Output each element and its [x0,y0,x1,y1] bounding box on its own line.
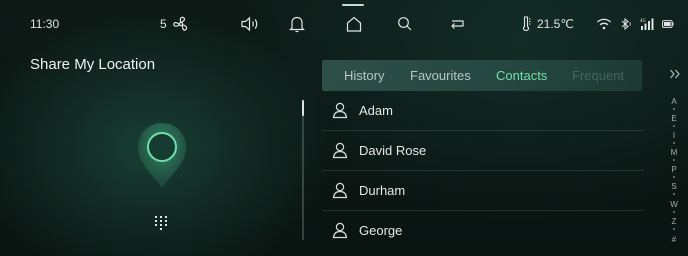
index-dot [673,228,675,230]
index-letter[interactable]: M [666,148,682,158]
bluetooth-icon [621,17,631,31]
person-icon [332,182,348,199]
contact-name: David Rose [359,143,427,158]
temperature-value: 21.5℃ [537,17,574,31]
connectivity-status: 4G [596,14,674,34]
contact-row[interactable]: David Rose [322,131,644,171]
location-pin-icon [138,123,186,188]
contact-name: Durham [359,183,406,198]
contact-name: George [359,223,403,238]
index-letter[interactable]: E [666,114,682,124]
search-icon [398,17,412,31]
scrollbar-thumb[interactable] [302,100,304,116]
person-icon [332,102,348,119]
battery-icon [662,20,674,28]
index-dot [673,176,675,178]
index-letter[interactable]: Z [666,217,682,227]
tab-favourites[interactable]: Favourites [410,68,471,83]
dial-pad-button[interactable] [152,214,170,232]
status-bar: 11:30 5 21.5℃ 4G [0,0,688,48]
search-button[interactable] [396,14,414,34]
contact-list: Adam David Rose Durham George [322,91,644,251]
clock: 11:30 [30,17,60,31]
speaker-icon [241,16,258,32]
back-button[interactable] [448,14,468,34]
contact-row[interactable]: Adam [322,91,644,131]
tab-bar: History Favourites Contacts Frequent [322,60,642,91]
thermometer-icon [522,16,531,32]
svg-text:4G: 4G [640,18,646,23]
index-dot [673,159,675,161]
share-location-pin[interactable] [132,118,192,198]
tab-contacts[interactable]: Contacts [496,68,547,83]
fan-icon [172,16,187,31]
tab-history[interactable]: History [344,68,384,83]
signal-icon: 4G [640,18,654,30]
index-dot [673,142,675,144]
index-dot [673,125,675,127]
index-letter[interactable]: I [666,131,682,141]
contact-name: Adam [359,103,393,118]
fan-control[interactable]: 5 [160,14,191,34]
bell-icon [289,16,305,33]
person-icon [332,142,348,159]
notifications-button[interactable] [288,14,306,34]
home-button[interactable] [344,14,364,34]
page-title: Share My Location [30,56,156,73]
contact-row[interactable]: George [322,211,644,251]
index-letter[interactable]: P [666,165,682,175]
fan-speed-value: 5 [160,17,167,31]
index-dot [673,211,675,213]
screen: 11:30 5 21.5℃ 4G Share My Location Histo… [0,0,688,256]
home-icon [346,16,362,32]
wifi-icon [597,18,611,30]
double-chevron-right-icon [670,69,680,79]
index-letter[interactable]: W [666,200,682,210]
return-icon [451,20,464,29]
tab-frequent[interactable]: Frequent [572,68,624,83]
index-letter[interactable]: S [666,182,682,192]
home-indicator [342,4,364,6]
temperature-display[interactable]: 21.5℃ [521,14,574,34]
index-dot [673,193,675,195]
person-icon [332,222,348,239]
tabs-scroll-right-button[interactable] [668,67,682,81]
alphabet-index[interactable]: A E I M P S W Z # [666,97,682,251]
index-dot [673,108,675,110]
contact-row[interactable]: Durham [322,171,644,211]
volume-button[interactable] [240,14,260,34]
index-letter[interactable]: A [666,97,682,107]
panel-divider [302,100,304,240]
dial-pad-icon [155,216,167,230]
index-letter[interactable]: # [666,235,682,245]
